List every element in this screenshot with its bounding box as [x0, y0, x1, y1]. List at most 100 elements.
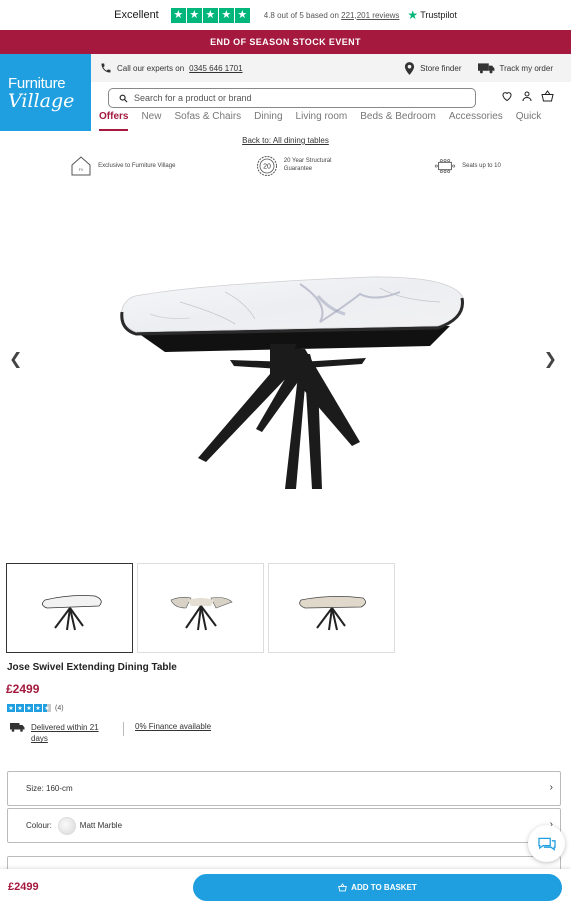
rating-star-icon: ★ — [7, 704, 15, 712]
call-experts: Call our experts on 0345 646 1701 — [100, 62, 243, 74]
size-label: Size: — [26, 784, 44, 793]
svg-text:FV: FV — [79, 168, 84, 172]
star-icon: ★ — [186, 7, 202, 23]
add-to-basket-button[interactable]: ADD TO BASKET — [193, 874, 562, 901]
site-header: Furniture Village Call our experts on 03… — [0, 54, 571, 131]
trustpilot-logo: ★ Trustpilot — [407, 8, 456, 22]
product-title: Jose Swivel Extending Dining Table — [7, 662, 177, 673]
phone-icon — [101, 63, 111, 73]
star-icon: ★ — [170, 7, 186, 23]
guarantee-badge-icon: 20 — [256, 155, 278, 177]
star-icon: ★ — [202, 7, 218, 23]
star-icon: ★ — [218, 7, 234, 23]
usp-row: FV Exclusive to Furniture Village 20 20 … — [0, 148, 571, 184]
phone-link[interactable]: 0345 646 1701 — [189, 64, 242, 73]
search-input[interactable]: Search for a product or brand — [108, 88, 476, 108]
thumbnail-2[interactable] — [137, 563, 264, 653]
usp-guarantee: 20 20 Year Structural Guarantee — [256, 155, 354, 177]
utility-bar: Call our experts on 0345 646 1701 Store … — [91, 54, 571, 82]
star-icon: ★ — [234, 7, 250, 23]
search-placeholder: Search for a product or brand — [134, 93, 252, 103]
track-order-link[interactable]: Track my order — [477, 62, 554, 74]
trustpilot-bar[interactable]: Excellent ★ ★ ★ ★ ★ 4.8 out of 5 based o… — [0, 0, 571, 30]
chevron-right-icon: › — [549, 782, 553, 793]
truck-icon — [477, 62, 494, 73]
rating-half-star-icon: ★ — [43, 704, 51, 712]
size-value: 160-cm — [46, 784, 73, 793]
nav-item-accessories[interactable]: Accessories — [449, 111, 503, 131]
house-icon: FV — [70, 155, 92, 177]
store-finder-label: Store finder — [420, 63, 462, 73]
colour-swatch — [57, 816, 76, 835]
sticky-price: £2499 — [8, 881, 39, 893]
nav-item-new[interactable]: New — [141, 111, 161, 131]
product-rating[interactable]: ★ ★ ★ ★ ★ (4) — [7, 704, 571, 712]
account-icon[interactable] — [521, 90, 533, 102]
finance-link[interactable]: 0% Finance available — [135, 722, 211, 731]
colour-selector[interactable]: Colour: Matt Marble › — [7, 808, 561, 843]
breadcrumb: Back to: All dining tables — [0, 136, 571, 148]
divider — [123, 722, 124, 736]
sticky-add-to-basket-bar: £2499 ADD TO BASKET — [0, 869, 571, 903]
nav-item-beds-bedroom[interactable]: Beds & Bedroom — [360, 111, 436, 131]
basket-icon[interactable] — [541, 90, 554, 102]
rating-star-icon: ★ — [34, 704, 42, 712]
trustpilot-score: 4.8 out of 5 based on 221,201 reviews — [264, 11, 400, 20]
trustpilot-rating-label: Excellent — [114, 9, 159, 21]
usp-exclusive-text: Exclusive to Furniture Village — [98, 163, 176, 169]
promo-banner[interactable]: END OF SEASON STOCK EVENT — [0, 30, 571, 54]
guarantee-badge-number: 20 — [263, 164, 271, 171]
search-icon — [119, 94, 128, 102]
chat-icon — [537, 837, 556, 851]
gallery-next-arrow[interactable]: ❯ — [544, 349, 557, 369]
delivery-info[interactable]: Delivered within 21 days — [10, 722, 116, 744]
delivery-text: Delivered within 21 days — [31, 723, 99, 744]
nav-item-living-room[interactable]: Living room — [296, 111, 348, 131]
utility-links: Store finder Track my order — [404, 61, 554, 75]
location-pin-icon — [405, 61, 415, 75]
trustpilot-score-text: 4.8 out of 5 based on — [263, 10, 339, 20]
colour-value: Matt Marble — [79, 821, 123, 830]
review-count: (4) — [55, 704, 64, 712]
nav-item-dining[interactable]: Dining — [254, 111, 282, 131]
thumbnail-1[interactable] — [6, 563, 133, 653]
trustpilot-star-icon: ★ — [407, 8, 419, 22]
product-gallery: ❮ ❯ — [0, 184, 571, 563]
nav-item-offers[interactable]: Offers — [99, 111, 129, 131]
chat-button[interactable] — [528, 825, 565, 862]
usp-exclusive: FV Exclusive to Furniture Village — [70, 155, 175, 177]
nav-item-quick[interactable]: Quick — [516, 111, 542, 131]
delivery-truck-icon — [10, 723, 25, 732]
table-seating-icon — [434, 155, 456, 177]
usp-seats-text: Seats up to 10 — [462, 163, 501, 169]
back-link[interactable]: Back to: All dining tables — [242, 136, 329, 145]
basket-icon — [338, 883, 348, 892]
rating-star-icon: ★ — [25, 704, 33, 712]
size-selector[interactable]: Size: 160-cm › — [7, 771, 561, 806]
nav-item-sofas-chairs[interactable]: Sofas & Chairs — [174, 111, 241, 131]
logo[interactable]: Furniture Village — [0, 54, 91, 131]
colour-label: Colour: — [26, 821, 52, 830]
trustpilot-stars: ★ ★ ★ ★ ★ — [170, 7, 250, 23]
product-price: £2499 — [6, 682, 40, 696]
header-icons — [501, 90, 554, 102]
logo-line2: Village — [8, 89, 75, 112]
add-to-basket-label: ADD TO BASKET — [351, 883, 417, 892]
delivery-finance-row: Delivered within 21 days 0% Finance avai… — [10, 722, 571, 744]
rating-star-icon: ★ — [16, 704, 24, 712]
call-text: Call our experts on — [117, 63, 185, 73]
store-finder-link[interactable]: Store finder — [404, 61, 462, 75]
promo-text: END OF SEASON STOCK EVENT — [210, 37, 361, 47]
track-order-label: Track my order — [499, 63, 554, 73]
logo-line1: Furniture — [8, 74, 66, 92]
main-nav: Offers New Sofas & Chairs Dining Living … — [99, 111, 571, 131]
thumbnail-strip — [0, 563, 571, 654]
finance-text: 0% Finance available — [135, 722, 212, 731]
product-image[interactable] — [0, 184, 571, 563]
heart-icon[interactable] — [501, 90, 513, 102]
trustpilot-reviews-link[interactable]: 221,201 reviews — [341, 11, 399, 20]
thumbnail-3[interactable] — [268, 563, 395, 653]
usp-seats: Seats up to 10 — [434, 155, 501, 177]
trustpilot-brand: Trustpilot — [420, 10, 457, 20]
usp-guarantee-text: 20 Year Structural Guarantee — [283, 158, 332, 172]
